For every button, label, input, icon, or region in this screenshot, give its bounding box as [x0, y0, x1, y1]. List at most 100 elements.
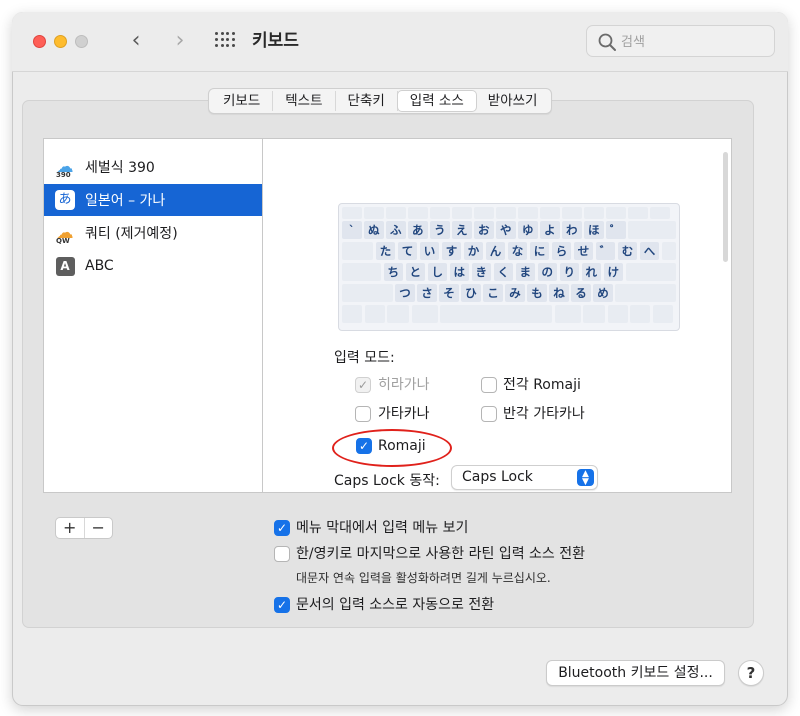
- keyboard-key: そ: [439, 284, 459, 302]
- keyboard-key: た: [375, 242, 396, 260]
- tab-input-sources[interactable]: 입력 소스: [397, 91, 476, 111]
- halfwidth-katakana-label: 반각 가타카나: [503, 406, 585, 422]
- auto-switch-checkbox[interactable]: ✓: [274, 597, 290, 613]
- keyboard-key: な: [507, 242, 528, 260]
- cloud-blue-icon: ☁ 390: [56, 157, 74, 180]
- keyboard-row: たていすかんなにらせ゛むへ: [339, 242, 679, 260]
- title-bar: ‹ › 키보드: [12, 12, 788, 72]
- halfwidth-katakana-checkbox[interactable]: [481, 406, 497, 422]
- keyboard-key: [562, 207, 582, 219]
- keyboard-key: ほ: [584, 221, 604, 239]
- add-source-button[interactable]: +: [56, 518, 85, 538]
- keyboard-row: ちとしはきくまのりれけ: [339, 263, 679, 281]
- keyboard-key: [342, 305, 362, 323]
- keyboard-key: ゛: [595, 242, 616, 260]
- list-item-abc[interactable]: A ABC: [44, 250, 262, 282]
- romaji-checkbox[interactable]: ✓: [356, 438, 372, 454]
- input-mode-label: 입력 모드:: [334, 350, 395, 366]
- help-button[interactable]: ?: [738, 660, 764, 686]
- search-field[interactable]: [586, 25, 775, 57]
- list-item-japanese-kana[interactable]: あ 일본어 – 가나: [44, 184, 262, 216]
- keyboard-key: [661, 242, 676, 260]
- keyboard-key: [452, 207, 472, 219]
- tab-shortcuts[interactable]: 단축키: [336, 91, 398, 111]
- keyboard-key: [364, 207, 384, 219]
- keyboard-key: う: [430, 221, 450, 239]
- keyboard-key: す: [441, 242, 462, 260]
- keyboard-key: [342, 263, 381, 281]
- keyboard-key: や: [496, 221, 516, 239]
- keyboard-key: ち: [383, 263, 403, 281]
- keyboard-key: [540, 207, 560, 219]
- forward-chevron-icon[interactable]: ›: [168, 28, 192, 54]
- han-eng-key-checkbox[interactable]: [274, 546, 290, 562]
- keyboard-key: [583, 305, 605, 323]
- list-item-sebeolsik-390[interactable]: ☁ 390 세벌식 390: [44, 151, 262, 183]
- keyboard-key: と: [405, 263, 425, 281]
- katakana-checkbox[interactable]: [355, 406, 371, 422]
- keyboard-key: [408, 207, 428, 219]
- keyboard-key: ゆ: [518, 221, 538, 239]
- keyboard-key: [650, 207, 670, 219]
- hiragana-checkbox[interactable]: ✓: [355, 377, 371, 393]
- caps-lock-popup[interactable]: Caps Lock ▲ ▼: [451, 465, 598, 490]
- keyboard-key: [625, 263, 676, 281]
- input-source-list[interactable]: ☁ 390 세벌식 390 あ 일본어 – 가나 ☁ QW 쿼티 (제거예정) A …: [43, 138, 262, 493]
- romaji-label: Romaji: [378, 438, 426, 454]
- close-window-button[interactable]: [33, 35, 46, 48]
- keyboard-key: ん: [485, 242, 506, 260]
- keyboard-key: [630, 305, 650, 323]
- keyboard-key: [342, 284, 393, 302]
- keyboard-key: せ: [573, 242, 594, 260]
- search-input[interactable]: [621, 31, 761, 53]
- keyboard-key: [386, 207, 406, 219]
- tab-keyboard[interactable]: 키보드: [211, 91, 274, 111]
- keyboard-key: わ: [562, 221, 582, 239]
- fullwidth-romaji-label: 전각 Romaji: [503, 377, 581, 393]
- back-chevron-icon[interactable]: ‹: [124, 28, 148, 54]
- keyboard-key: [496, 207, 516, 219]
- keyboard-bottom-row: [339, 305, 679, 323]
- keyboard-key: め: [593, 284, 613, 302]
- keyboard-key: み: [505, 284, 525, 302]
- search-icon: [598, 33, 616, 51]
- minimize-window-button[interactable]: [54, 35, 67, 48]
- keyboard-key: か: [463, 242, 484, 260]
- remove-source-button[interactable]: −: [85, 518, 113, 538]
- keyboard-key: [554, 305, 581, 323]
- window-title: 키보드: [252, 31, 299, 51]
- show-input-menu-checkbox[interactable]: ✓: [274, 520, 290, 536]
- caps-lock-hint: 대문자 연속 입력을 활성화하려면 길게 누르십시오.: [296, 571, 551, 585]
- keyboard-key: れ: [581, 263, 601, 281]
- keyboard-key: [518, 207, 538, 219]
- show-all-grid-icon[interactable]: [215, 32, 235, 50]
- abc-icon: A: [54, 256, 76, 276]
- tab-dictation[interactable]: 받아쓰기: [476, 91, 550, 111]
- keyboard-key: [606, 207, 626, 219]
- tab-text[interactable]: 텍스트: [273, 91, 336, 111]
- keyboard-key: [342, 242, 374, 260]
- zoom-window-button[interactable]: [75, 35, 88, 48]
- bluetooth-keyboard-setup-button[interactable]: Bluetooth 키보드 설정...: [546, 660, 725, 686]
- list-item-label: 일본어 – 가나: [85, 193, 166, 209]
- keyboard-key: む: [617, 242, 638, 260]
- keyboard-key: [628, 221, 676, 239]
- keyboard-key: [615, 284, 676, 302]
- show-input-menu-label: 메뉴 막대에서 입력 메뉴 보기: [296, 520, 469, 536]
- katakana-label: 가타카나: [378, 406, 430, 422]
- keyboard-key: あ: [408, 221, 428, 239]
- keyboard-key: [628, 207, 648, 219]
- keyboard-key: ゜: [606, 221, 626, 239]
- keyboard-row: ` ぬふあうえおやゆよわほ゜: [339, 221, 679, 239]
- keyboard-key: ひ: [461, 284, 481, 302]
- fullwidth-romaji-checkbox[interactable]: [481, 377, 497, 393]
- keyboard-key: ま: [515, 263, 535, 281]
- keyboard-key: り: [559, 263, 579, 281]
- up-down-chevron-icon: ▲ ▼: [577, 469, 594, 487]
- list-item-qwerty[interactable]: ☁ QW 쿼티 (제거예정): [44, 217, 262, 249]
- detail-scrollbar[interactable]: [723, 152, 728, 262]
- hiragana-a-icon: あ: [54, 190, 76, 210]
- keyboard-key: ぬ: [364, 221, 384, 239]
- keyboard-key: け: [603, 263, 623, 281]
- keyboard-key: [411, 305, 438, 323]
